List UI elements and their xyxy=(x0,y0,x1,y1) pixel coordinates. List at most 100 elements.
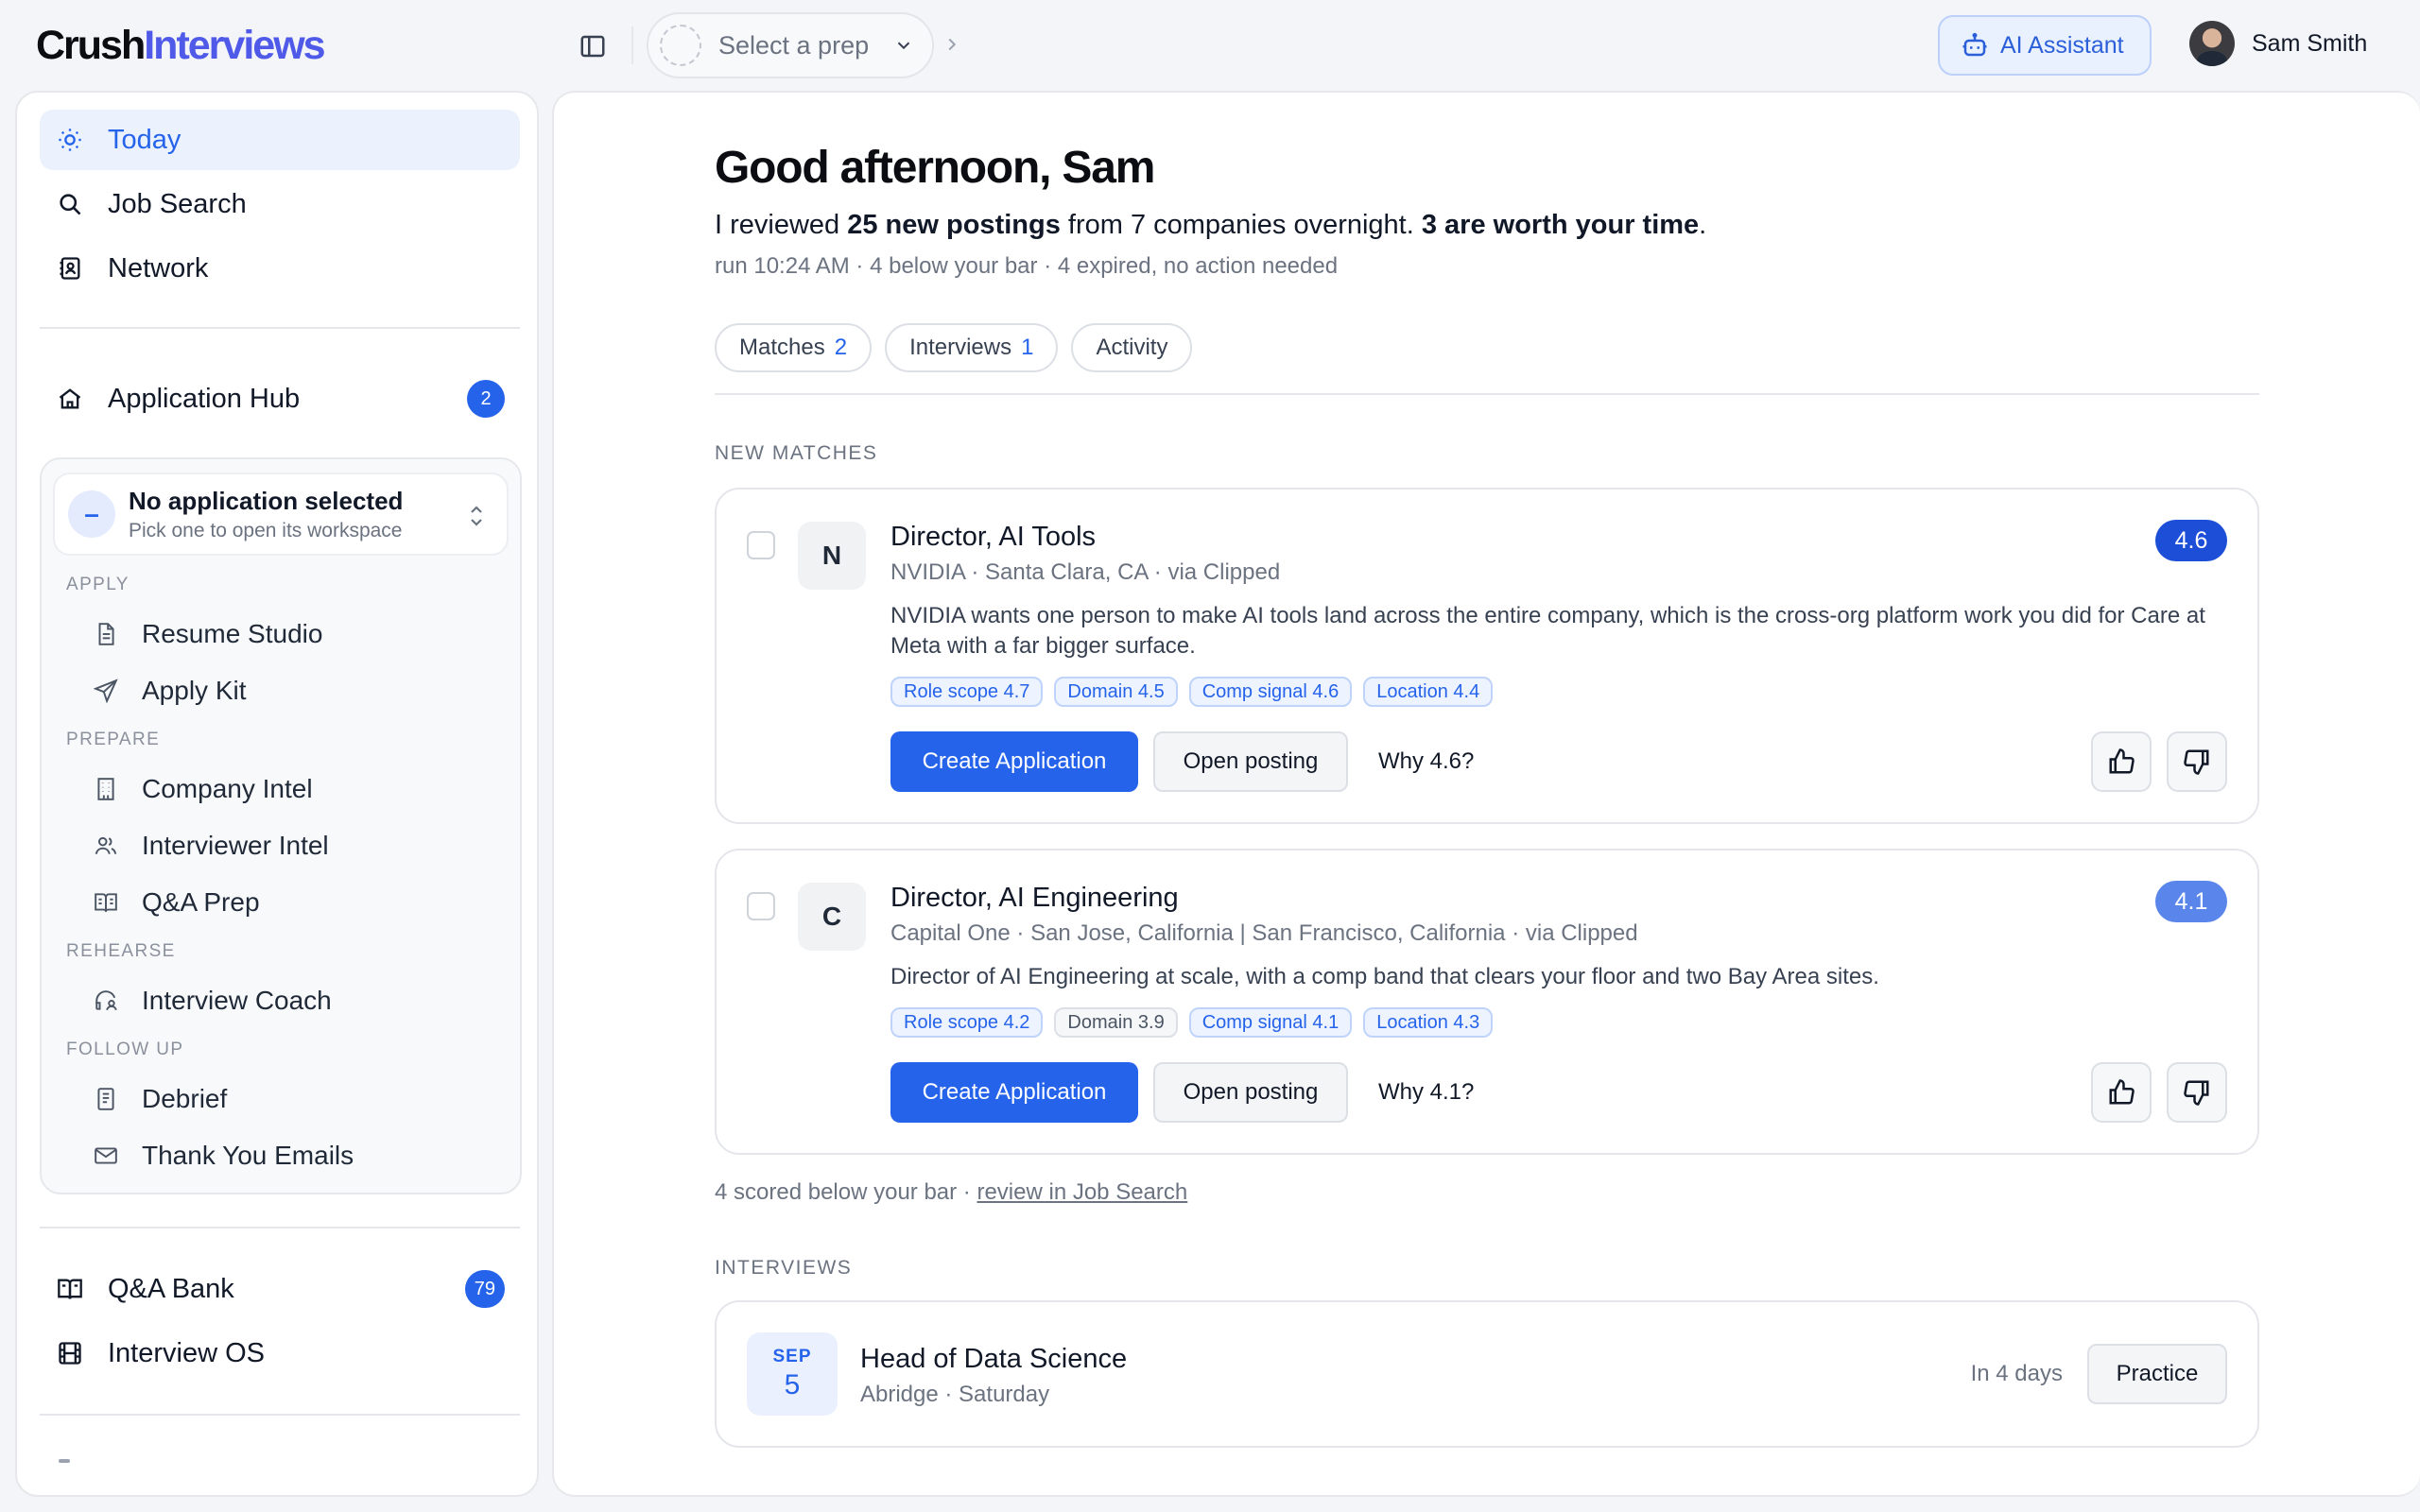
application-workspace-panel: – No application selected Pick one to op… xyxy=(40,457,522,1194)
company-logo: C xyxy=(798,883,866,951)
group-label-rehearse: REHEARSE xyxy=(66,941,176,961)
group-label-follow-up: FOLLOW UP xyxy=(66,1040,184,1059)
tab-activity[interactable]: Activity xyxy=(1071,323,1193,372)
thumbs-up-button[interactable] xyxy=(2091,1062,2152,1123)
sidebar-item-label: Network xyxy=(108,252,209,284)
match-card: N Director, AI Tools NVIDIA · Santa Clar… xyxy=(715,488,2259,824)
thumbs-up-icon xyxy=(2109,748,2135,774)
select-checkbox[interactable] xyxy=(747,892,775,920)
date-month: SEP xyxy=(772,1347,812,1366)
sidebar-item-application-hub[interactable]: Application Hub 2 xyxy=(40,369,520,429)
score-chips: Role scope 4.2 Domain 3.9 Comp signal 4.… xyxy=(890,1007,1504,1038)
ai-assistant-button[interactable]: AI Assistant xyxy=(1938,15,2152,76)
group-label-apply: APPLY xyxy=(66,575,130,594)
interview-title[interactable]: Head of Data Science xyxy=(860,1344,1127,1375)
section-label-interviews: INTERVIEWS xyxy=(715,1257,853,1279)
group-label-prepare: PREPARE xyxy=(66,730,161,749)
interview-card: SEP 5 Head of Data Science Abridge · Sat… xyxy=(715,1300,2259,1448)
avatar xyxy=(2189,21,2235,66)
open-posting-button[interactable]: Open posting xyxy=(1153,731,1348,792)
score-chip: Domain 4.5 xyxy=(1054,677,1178,707)
job-title[interactable]: Director, AI Tools xyxy=(890,522,1096,553)
count-badge: 79 xyxy=(464,1270,505,1308)
practice-button[interactable]: Practice xyxy=(2087,1344,2227,1404)
minus-icon: – xyxy=(68,490,115,538)
score-chip: Location 4.3 xyxy=(1363,1007,1494,1038)
match-score-badge: 4.1 xyxy=(2155,881,2227,922)
sidebar-item-job-search[interactable]: Job Search xyxy=(40,174,520,234)
sidebar-item-qa-prep[interactable]: Q&A Prep xyxy=(91,879,260,926)
page-title: Good afternoon, Sam xyxy=(715,143,1155,193)
thumbs-down-button[interactable] xyxy=(2167,1062,2227,1123)
sidebar-item-network[interactable]: Network xyxy=(40,238,520,299)
date-day: 5 xyxy=(784,1369,801,1400)
score-chip: Domain 3.9 xyxy=(1054,1007,1178,1038)
building-icon xyxy=(91,774,121,804)
score-chips: Role scope 4.7 Domain 4.5 Comp signal 4.… xyxy=(890,677,1504,707)
interview-subtitle: Abridge · Saturday xyxy=(860,1382,1050,1407)
prep-select-label: Select a prep xyxy=(718,30,870,60)
robot-icon xyxy=(1962,32,1987,57)
create-application-button[interactable]: Create Application xyxy=(890,1062,1138,1123)
sidebar-divider xyxy=(40,1414,520,1416)
sidebar-item-today[interactable]: Today xyxy=(40,110,520,170)
review-job-search-link[interactable]: review in Job Search xyxy=(977,1179,1187,1205)
company-logo: N xyxy=(798,522,866,590)
tab-matches[interactable]: Matches 2 xyxy=(715,323,873,372)
sidebar-item-label: Interview OS xyxy=(108,1337,265,1368)
app-logo[interactable]: CrushInterviews xyxy=(36,21,326,70)
thumbs-down-icon xyxy=(2184,749,2209,775)
selector-subtitle: Pick one to open its workspace xyxy=(129,519,403,541)
sidebar-item-label: Today xyxy=(108,124,182,155)
thumbs-up-icon xyxy=(2109,1079,2135,1105)
create-application-button[interactable]: Create Application xyxy=(890,731,1138,792)
users-icon xyxy=(91,831,121,861)
job-subtitle: Capital One · San Jose, California | San… xyxy=(890,920,1638,946)
sidebar-item-interview-os[interactable]: Interview OS xyxy=(40,1323,520,1383)
sidebar-item-resume-studio[interactable]: Resume Studio xyxy=(91,610,322,658)
interview-countdown: In 4 days xyxy=(1970,1361,2063,1386)
section-label-new-matches: NEW MATCHES xyxy=(715,442,878,464)
score-chip: Comp signal 4.1 xyxy=(1188,1007,1353,1038)
chevron-right-icon xyxy=(942,34,962,55)
match-score-badge: 4.6 xyxy=(2155,520,2227,561)
toolbar-divider xyxy=(631,26,633,64)
tab-bar: Matches 2 Interviews 1 Activity xyxy=(715,323,1205,372)
sidebar-divider xyxy=(40,327,520,329)
mail-icon xyxy=(91,1141,121,1171)
home-icon xyxy=(55,384,85,414)
sidebar-item-qa-bank[interactable]: Q&A Bank 79 xyxy=(40,1259,520,1319)
interview-date: SEP 5 xyxy=(747,1332,838,1416)
sidebar-item-company-intel[interactable]: Company Intel xyxy=(91,765,313,813)
score-chip: Role scope 4.7 xyxy=(890,677,1044,707)
main-panel: Good afternoon, Sam I reviewed 25 new po… xyxy=(552,91,2420,1497)
job-title[interactable]: Director, AI Engineering xyxy=(890,883,1179,914)
why-score-button[interactable]: Why 4.6? xyxy=(1361,731,1491,792)
sidebar-item-thank-you-emails[interactable]: Thank You Emails xyxy=(91,1132,354,1179)
sidebar-divider xyxy=(40,1227,520,1228)
sidebar-item-interviewer-intel[interactable]: Interviewer Intel xyxy=(91,822,329,869)
thumbs-down-button[interactable] xyxy=(2167,731,2227,792)
sidebar-item-apply-kit[interactable]: Apply Kit xyxy=(91,667,247,714)
tab-interviews[interactable]: Interviews 1 xyxy=(885,323,1059,372)
run-meta: run 10:24 AM · 4 below your bar · 4 expi… xyxy=(715,253,1339,279)
sidebar-overflow-item xyxy=(59,1459,70,1463)
select-checkbox[interactable] xyxy=(747,531,775,559)
sidebar-item-debrief[interactable]: Debrief xyxy=(91,1075,227,1123)
score-chip: Location 4.4 xyxy=(1363,677,1494,707)
sidebar-toggle-icon[interactable] xyxy=(575,28,611,64)
book-icon xyxy=(91,887,121,918)
open-posting-button[interactable]: Open posting xyxy=(1153,1062,1348,1123)
prep-select[interactable]: Select a prep xyxy=(647,12,934,78)
sidebar-item-interview-coach[interactable]: Interview Coach xyxy=(91,977,332,1024)
chevron-down-icon xyxy=(893,35,914,56)
why-score-button[interactable]: Why 4.1? xyxy=(1361,1062,1491,1123)
user-menu[interactable]: Sam Smith xyxy=(2189,21,2367,66)
prep-placeholder-circle xyxy=(660,25,701,66)
sidebar-item-label: Job Search xyxy=(108,188,247,219)
application-selector[interactable]: – No application selected Pick one to op… xyxy=(53,472,509,556)
job-description: NVIDIA wants one person to make AI tools… xyxy=(890,603,2205,659)
job-subtitle: NVIDIA · Santa Clara, CA · via Clipped xyxy=(890,559,1281,585)
thumbs-up-button[interactable] xyxy=(2091,731,2152,792)
book-icon xyxy=(55,1274,85,1304)
